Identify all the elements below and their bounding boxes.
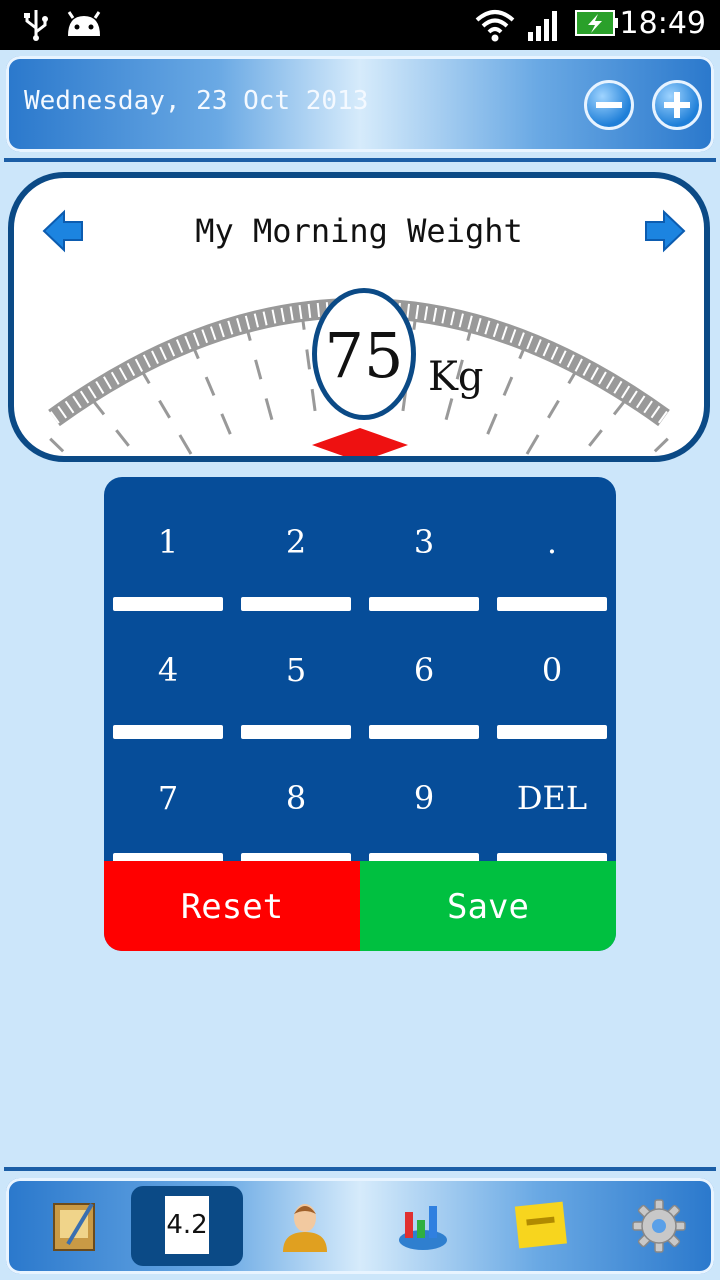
minus-icon bbox=[596, 102, 622, 108]
delete-key[interactable]: DEL bbox=[488, 733, 616, 867]
key-7[interactable]: 7 bbox=[104, 733, 232, 867]
key-label: . bbox=[546, 523, 558, 561]
bottom-navigation: 4.2 bbox=[6, 1178, 714, 1274]
weight-value-display: 75 bbox=[312, 288, 416, 420]
status-bar: 18:49 bbox=[0, 0, 720, 50]
status-time: 18:49 bbox=[619, 6, 706, 41]
android-icon bbox=[67, 11, 101, 36]
key-label: 0 bbox=[541, 651, 563, 689]
key-4[interactable]: 4 bbox=[104, 605, 232, 739]
weight-record-icon: 4.2 bbox=[165, 1196, 209, 1254]
key-underline bbox=[241, 725, 351, 739]
key-underline bbox=[497, 725, 607, 739]
note-icon bbox=[514, 1201, 567, 1249]
weight-unit: Kg bbox=[428, 354, 484, 400]
key-label: 4 bbox=[157, 651, 179, 689]
nav-notes[interactable] bbox=[485, 1186, 597, 1266]
decimal-key[interactable]: . bbox=[488, 477, 616, 611]
pointer-marker-icon bbox=[312, 428, 408, 456]
battery-charging-icon bbox=[575, 10, 618, 36]
reset-button[interactable]: Reset bbox=[104, 861, 360, 951]
footer-divider bbox=[4, 1167, 716, 1171]
weight-value: 75 bbox=[324, 319, 404, 392]
key-label: 3 bbox=[413, 523, 435, 561]
nav-journal[interactable] bbox=[20, 1186, 132, 1266]
key-label: 8 bbox=[285, 779, 307, 817]
key-label: 9 bbox=[413, 779, 435, 817]
numeric-keypad: DEL 9 8 7 0 6 5 4. 3 2 1 Reset Save bbox=[104, 477, 616, 951]
next-arrow-icon[interactable] bbox=[642, 208, 688, 254]
header-divider bbox=[4, 158, 716, 162]
key-label: 6 bbox=[413, 651, 435, 689]
gauge-title: My Morning Weight bbox=[195, 212, 523, 250]
date-header: Wednesday, 23 Oct 2013 bbox=[6, 56, 714, 152]
usb-icon bbox=[24, 10, 48, 41]
key-label: DEL bbox=[516, 779, 588, 817]
settings-gear-icon bbox=[632, 1199, 686, 1253]
key-label: 2 bbox=[285, 523, 307, 561]
key-underline bbox=[113, 725, 223, 739]
nav-statistics[interactable] bbox=[367, 1186, 479, 1266]
key-underline bbox=[369, 597, 479, 611]
nav-weight-record[interactable]: 4.2 bbox=[131, 1186, 243, 1266]
key-0[interactable]: 0 bbox=[488, 605, 616, 739]
key-label: 1 bbox=[157, 523, 179, 561]
key-underline bbox=[369, 725, 479, 739]
current-date[interactable]: Wednesday, 23 Oct 2013 bbox=[24, 86, 368, 116]
previous-day-button[interactable] bbox=[584, 80, 634, 130]
key-5[interactable]: 5 bbox=[232, 605, 360, 739]
weight-gauge[interactable]: My Morning Weight 75 Kg bbox=[8, 172, 710, 462]
signal-icon bbox=[528, 11, 557, 41]
key-8[interactable]: 8 bbox=[232, 733, 360, 867]
key-underline bbox=[241, 597, 351, 611]
key-6[interactable]: 6 bbox=[360, 605, 488, 739]
statistics-icon bbox=[399, 1206, 447, 1250]
wifi-icon bbox=[475, 10, 515, 42]
profile-icon bbox=[283, 1204, 327, 1252]
save-button[interactable]: Save bbox=[360, 861, 616, 951]
journal-icon bbox=[53, 1202, 95, 1251]
key-underline bbox=[113, 597, 223, 611]
nav-profile[interactable] bbox=[249, 1186, 361, 1266]
next-day-button[interactable] bbox=[652, 80, 702, 130]
key-2[interactable]: 2 bbox=[232, 477, 360, 611]
key-underline bbox=[497, 597, 607, 611]
key-3[interactable]: 3 bbox=[360, 477, 488, 611]
key-label: 7 bbox=[157, 779, 179, 817]
key-9[interactable]: 9 bbox=[360, 733, 488, 867]
nav-settings[interactable] bbox=[603, 1186, 715, 1266]
key-label: 5 bbox=[285, 651, 307, 689]
key-1[interactable]: 1 bbox=[104, 477, 232, 611]
